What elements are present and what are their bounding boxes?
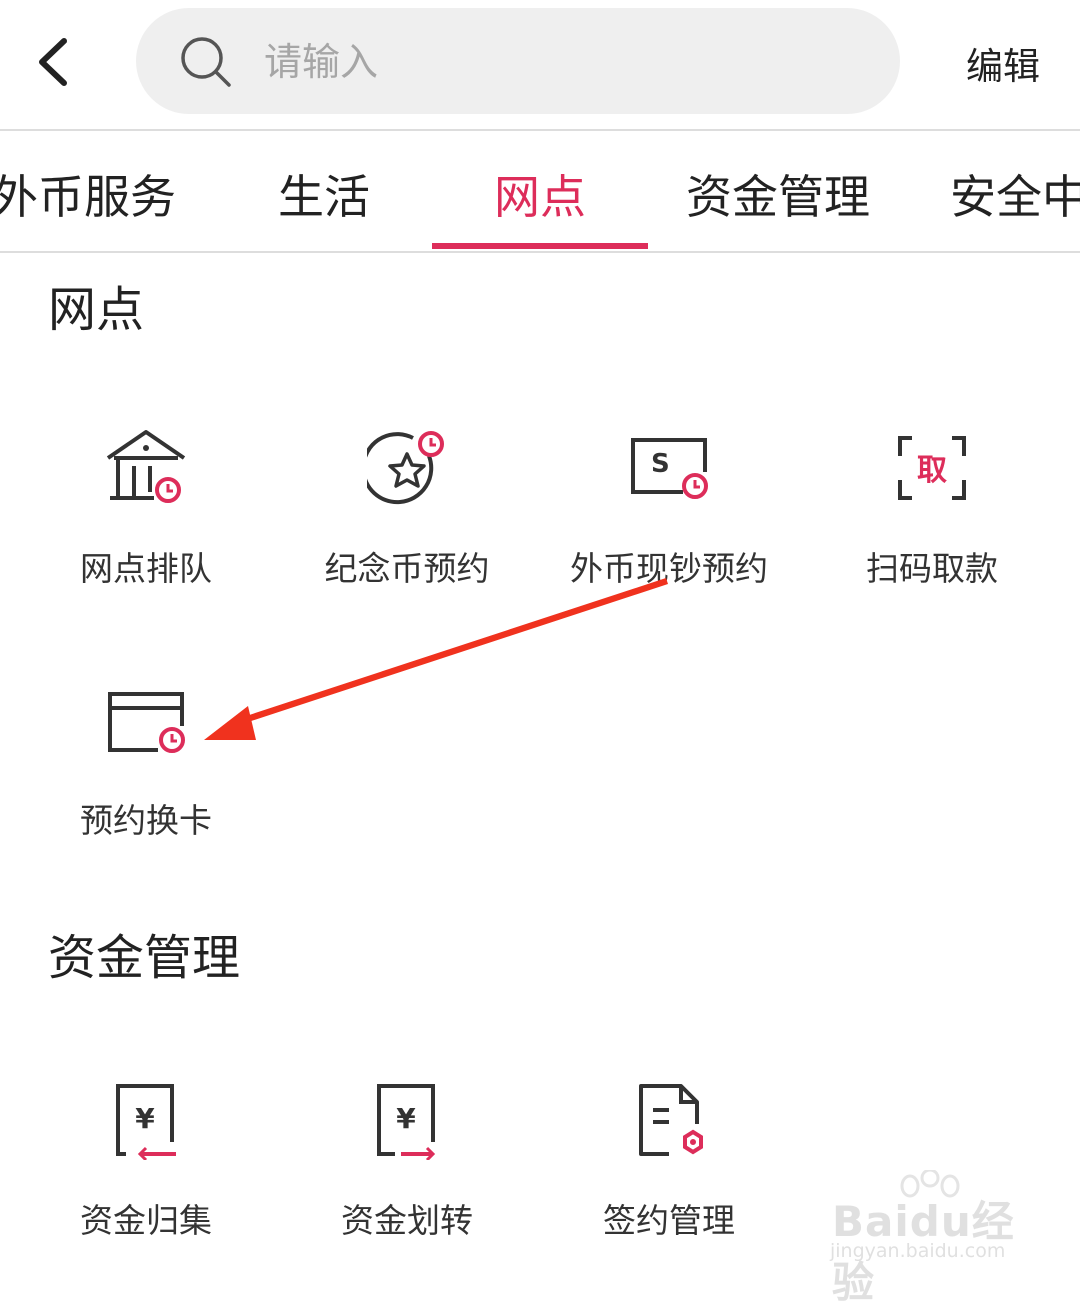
scan-withdraw-icon: 取 — [898, 436, 966, 500]
item-label: 纪念币预约 — [324, 549, 490, 588]
tab-fund-management[interactable]: 资金管理 — [686, 161, 870, 227]
tab-life[interactable]: 生活 — [278, 161, 370, 227]
watermark-url: jingyan.baidu.com — [830, 1240, 1006, 1262]
category-tabs: 外币服务 生活 网点 资金管理 安全中 — [0, 131, 1080, 251]
item-label: 网点排队 — [80, 549, 212, 588]
tab-branch[interactable]: 网点 — [494, 161, 586, 227]
edit-button[interactable]: 编辑 — [966, 36, 1040, 90]
foreign-cash-reservation-item[interactable]: S 外币现钞预约 — [539, 428, 799, 628]
top-bar: 编辑 — [0, 0, 1080, 129]
dollar-bill-clock-icon: S — [631, 438, 708, 499]
search-input[interactable] — [262, 32, 866, 92]
section-title-branch: 网点 — [48, 282, 145, 338]
item-label: 扫码取款 — [866, 549, 998, 588]
coin-star-clock-icon — [367, 431, 444, 505]
baidu-jingyan-watermark: Baidu经验 jingyan.baidu.com — [826, 1168, 1036, 1307]
yuan-glyph: ¥ — [396, 1102, 416, 1135]
item-label: 预约换卡 — [80, 801, 212, 840]
fund-collection-item[interactable]: ¥ 资金归集 — [16, 1080, 276, 1280]
scan-withdraw-icon-glyph: 取 — [917, 453, 947, 488]
item-label: 资金划转 — [341, 1201, 473, 1240]
fund-transfer-item[interactable]: ¥ 资金划转 — [277, 1080, 537, 1280]
branch-queue-item[interactable]: 网点排队 — [16, 428, 276, 628]
section-title-fund-management: 资金管理 — [48, 930, 241, 986]
active-tab-indicator — [432, 243, 648, 249]
card-clock-icon — [108, 692, 185, 753]
item-label: 外币现钞预约 — [570, 549, 768, 588]
svg-text:S: S — [651, 449, 670, 479]
contract-management-item[interactable]: 签约管理 — [539, 1080, 799, 1280]
back-button[interactable] — [28, 32, 78, 92]
tab-foreign-currency[interactable]: 外币服务 — [0, 161, 176, 227]
search-icon — [181, 37, 231, 87]
yuan-doc-collect-icon: ¥ — [116, 1084, 176, 1160]
contract-doc-icon — [639, 1084, 703, 1156]
yuan-doc-transfer-icon: ¥ — [377, 1084, 436, 1160]
search-bar[interactable] — [136, 8, 900, 114]
tabs-divider — [0, 251, 1080, 253]
tab-security-center[interactable]: 安全中 — [950, 161, 1080, 227]
bank-branch-clock-icon — [106, 430, 186, 503]
item-label: 资金归集 — [80, 1201, 212, 1240]
scan-withdraw-item[interactable]: 取 扫码取款 — [802, 428, 1062, 628]
yuan-glyph: ¥ — [135, 1102, 155, 1135]
item-label: 签约管理 — [603, 1201, 735, 1240]
card-exchange-reservation-item[interactable]: 预约换卡 — [16, 680, 276, 880]
chevron-left-icon — [39, 38, 67, 86]
commemorative-coin-item[interactable]: 纪念币预约 — [277, 428, 537, 628]
